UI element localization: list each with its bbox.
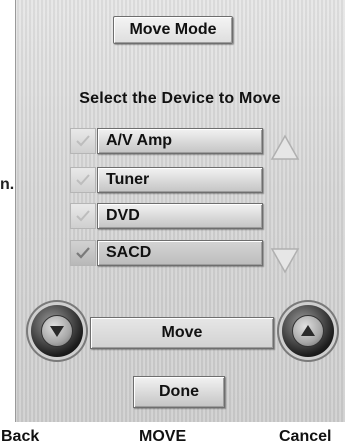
move-field: Move — [90, 317, 274, 349]
device-item-dvd[interactable]: DVD — [97, 203, 263, 229]
mode-softkey-label: MOVE — [139, 428, 187, 445]
back-softkey[interactable]: Back — [1, 428, 39, 446]
check-mark-icon — [76, 174, 90, 186]
round-up-arrow-icon — [292, 315, 324, 347]
device-checkbox-sacd[interactable] — [70, 240, 96, 266]
done-button[interactable]: Done — [133, 376, 225, 408]
mode-title-tab: Move Mode — [113, 16, 233, 44]
device-checkbox-av-amp[interactable] — [70, 128, 96, 154]
move-down-button[interactable] — [31, 305, 83, 357]
triangle-up-icon[interactable] — [270, 133, 300, 163]
cancel-softkey[interactable]: Cancel — [279, 428, 331, 446]
edge-text-fragment: n. — [0, 176, 15, 193]
check-mark-icon — [76, 247, 90, 259]
move-up-button[interactable] — [282, 305, 334, 357]
check-mark-icon — [76, 210, 90, 222]
device-checkbox-tuner[interactable] — [70, 167, 96, 193]
check-mark-icon — [76, 135, 90, 147]
triangle-down-icon[interactable] — [270, 245, 300, 275]
device-item-av-amp[interactable]: A/V Amp — [97, 128, 263, 154]
device-screen: n. Move Mode Select the Device to Move A… — [0, 0, 345, 447]
select-device-prompt: Select the Device to Move — [79, 90, 281, 107]
round-down-arrow-icon — [41, 315, 73, 347]
device-item-sacd[interactable]: SACD — [97, 240, 263, 266]
device-item-tuner[interactable]: Tuner — [97, 167, 263, 193]
device-checkbox-dvd[interactable] — [70, 203, 96, 229]
